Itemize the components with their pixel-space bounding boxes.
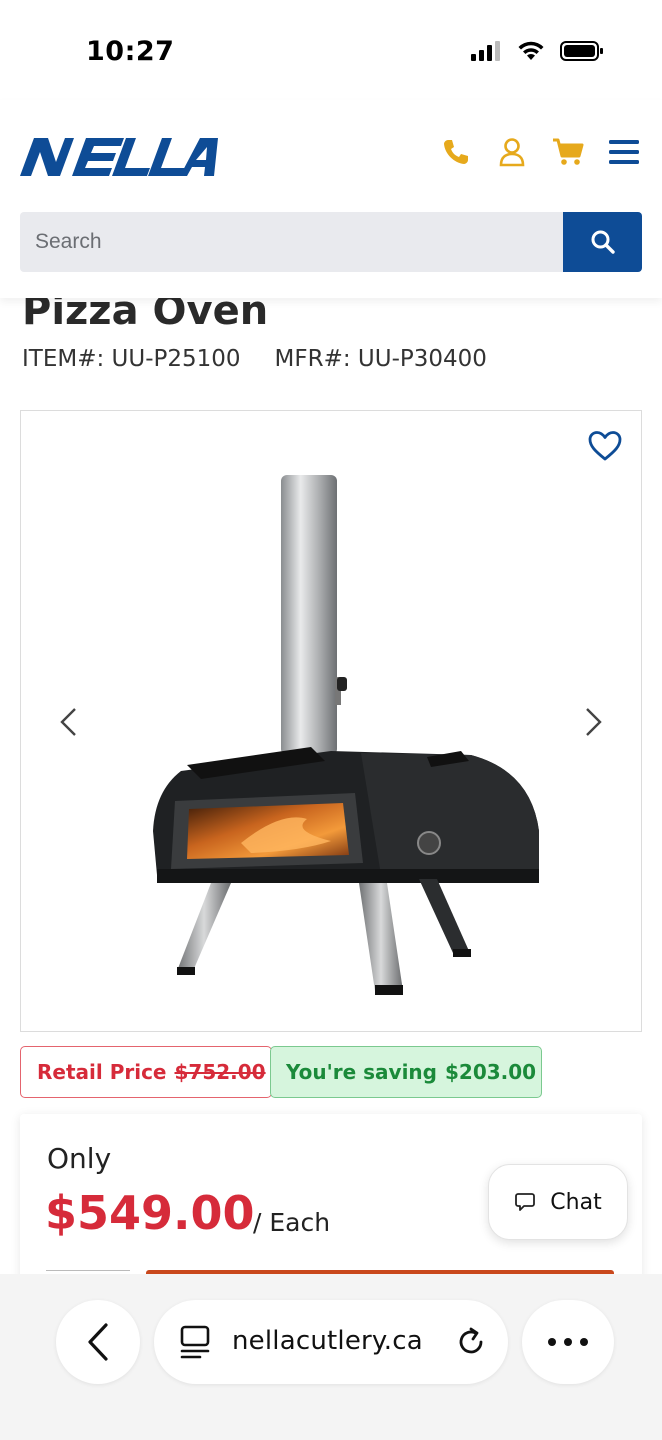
more-dot-icon [580,1338,588,1346]
wifi-icon [518,41,544,60]
sale-price: $549.00 [45,1186,255,1240]
nella-logo[interactable] [20,136,220,178]
tabs-icon [180,1325,210,1359]
retail-price: $752.00 [174,1060,266,1084]
header-icons [440,136,640,168]
mfr-number: MFR#: UU-P30400 [274,346,487,372]
retail-price-badge: Retail Price $752.00 [20,1046,272,1098]
search-input[interactable] [20,212,563,272]
browser-toolbar: nellacutlery.ca [0,1274,662,1440]
retail-label: Retail Price [37,1060,167,1084]
heart-icon[interactable] [587,429,623,463]
search-button[interactable] [563,212,642,272]
site-header [0,100,662,298]
chevron-right-icon[interactable] [581,707,605,737]
status-bar: 10:27 [0,0,662,100]
cart-icon[interactable] [552,136,584,168]
more-dot-icon [548,1338,556,1346]
pizza-oven-image [153,475,539,995]
search-icon [591,230,615,254]
cellular-signal-icon [471,41,500,61]
battery-icon [560,41,603,61]
savings-badge: You're saving $203.00 [270,1046,542,1098]
chevron-left-icon[interactable] [57,707,81,737]
status-icons [470,40,604,62]
menu-icon[interactable] [608,136,640,168]
address-bar[interactable]: nellacutlery.ca [154,1300,508,1384]
url-text: nellacutlery.ca [232,1326,423,1356]
reload-icon[interactable] [454,1324,488,1360]
account-icon[interactable] [496,136,528,168]
saving-label: You're saving [286,1060,437,1084]
only-label: Only [47,1142,112,1175]
chat-button[interactable]: Chat [488,1164,628,1240]
chevron-left-icon [88,1323,108,1361]
product-identifiers: ITEM#: UU-P25100 MFR#: UU-P30400 [22,346,487,372]
saving-amount: $203.00 [445,1060,537,1084]
chat-label: Chat [550,1189,602,1215]
more-options-button[interactable] [522,1300,614,1384]
chat-bubble-icon [515,1193,536,1211]
price-unit: / Each [253,1208,331,1237]
back-button[interactable] [56,1300,140,1384]
item-number: ITEM#: UU-P25100 [22,346,241,372]
product-image-carousel [20,410,642,1032]
phone-icon[interactable] [440,136,472,168]
status-time: 10:27 [86,36,175,67]
search-bar [20,212,642,272]
more-dot-icon [564,1338,572,1346]
